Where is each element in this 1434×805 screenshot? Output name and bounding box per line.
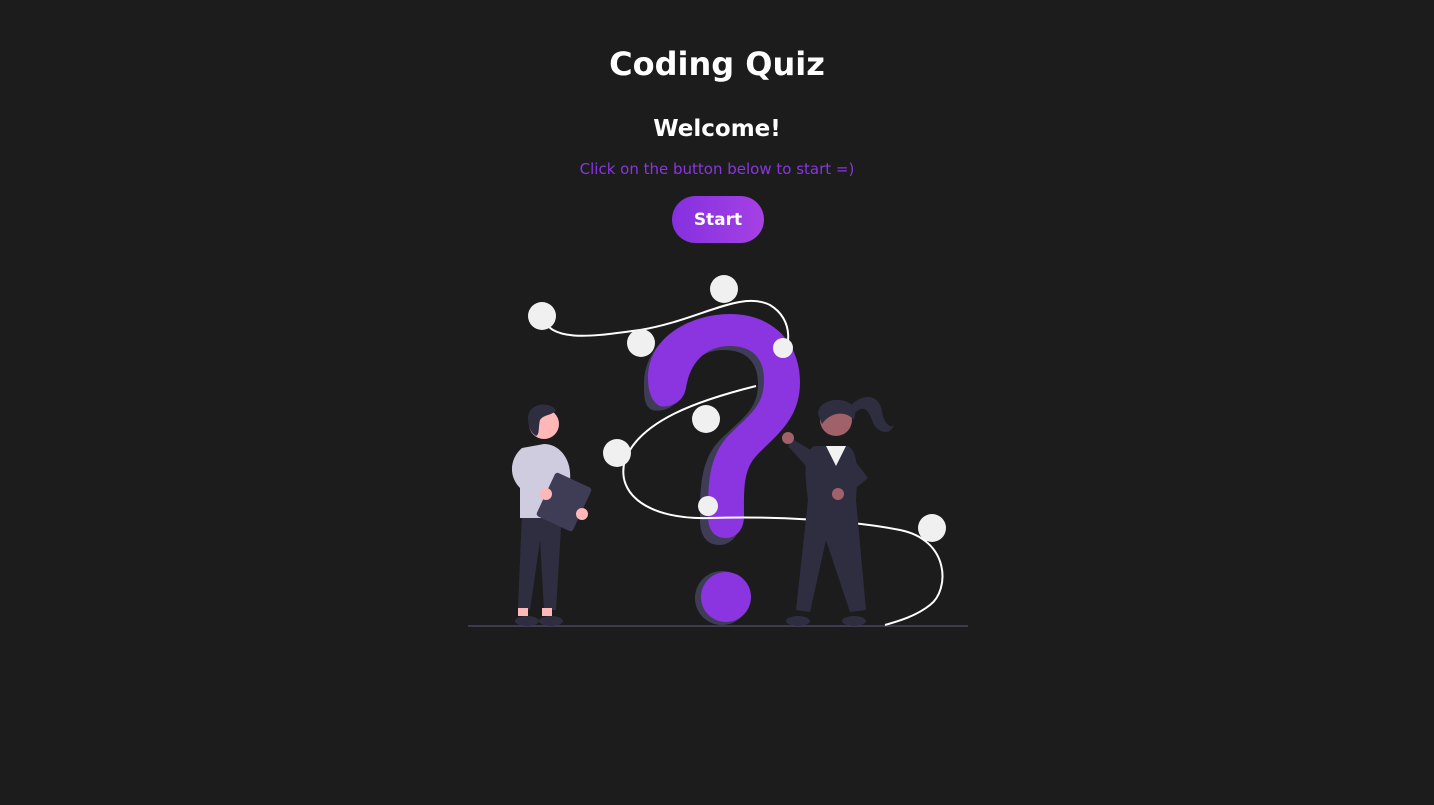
question-mark-people-illustration (468, 275, 968, 627)
start-instruction: Click on the button below to start =) (579, 160, 855, 178)
quiz-start-screen: Coding Quiz Welcome! Click on the button… (0, 0, 1434, 805)
man-figure (511, 404, 592, 626)
page-title: Coding Quiz (609, 45, 825, 83)
welcome-heading: Welcome! (653, 116, 781, 142)
start-button[interactable]: Start (672, 196, 764, 243)
woman-figure (782, 397, 894, 626)
question-mark-icon (648, 314, 800, 622)
